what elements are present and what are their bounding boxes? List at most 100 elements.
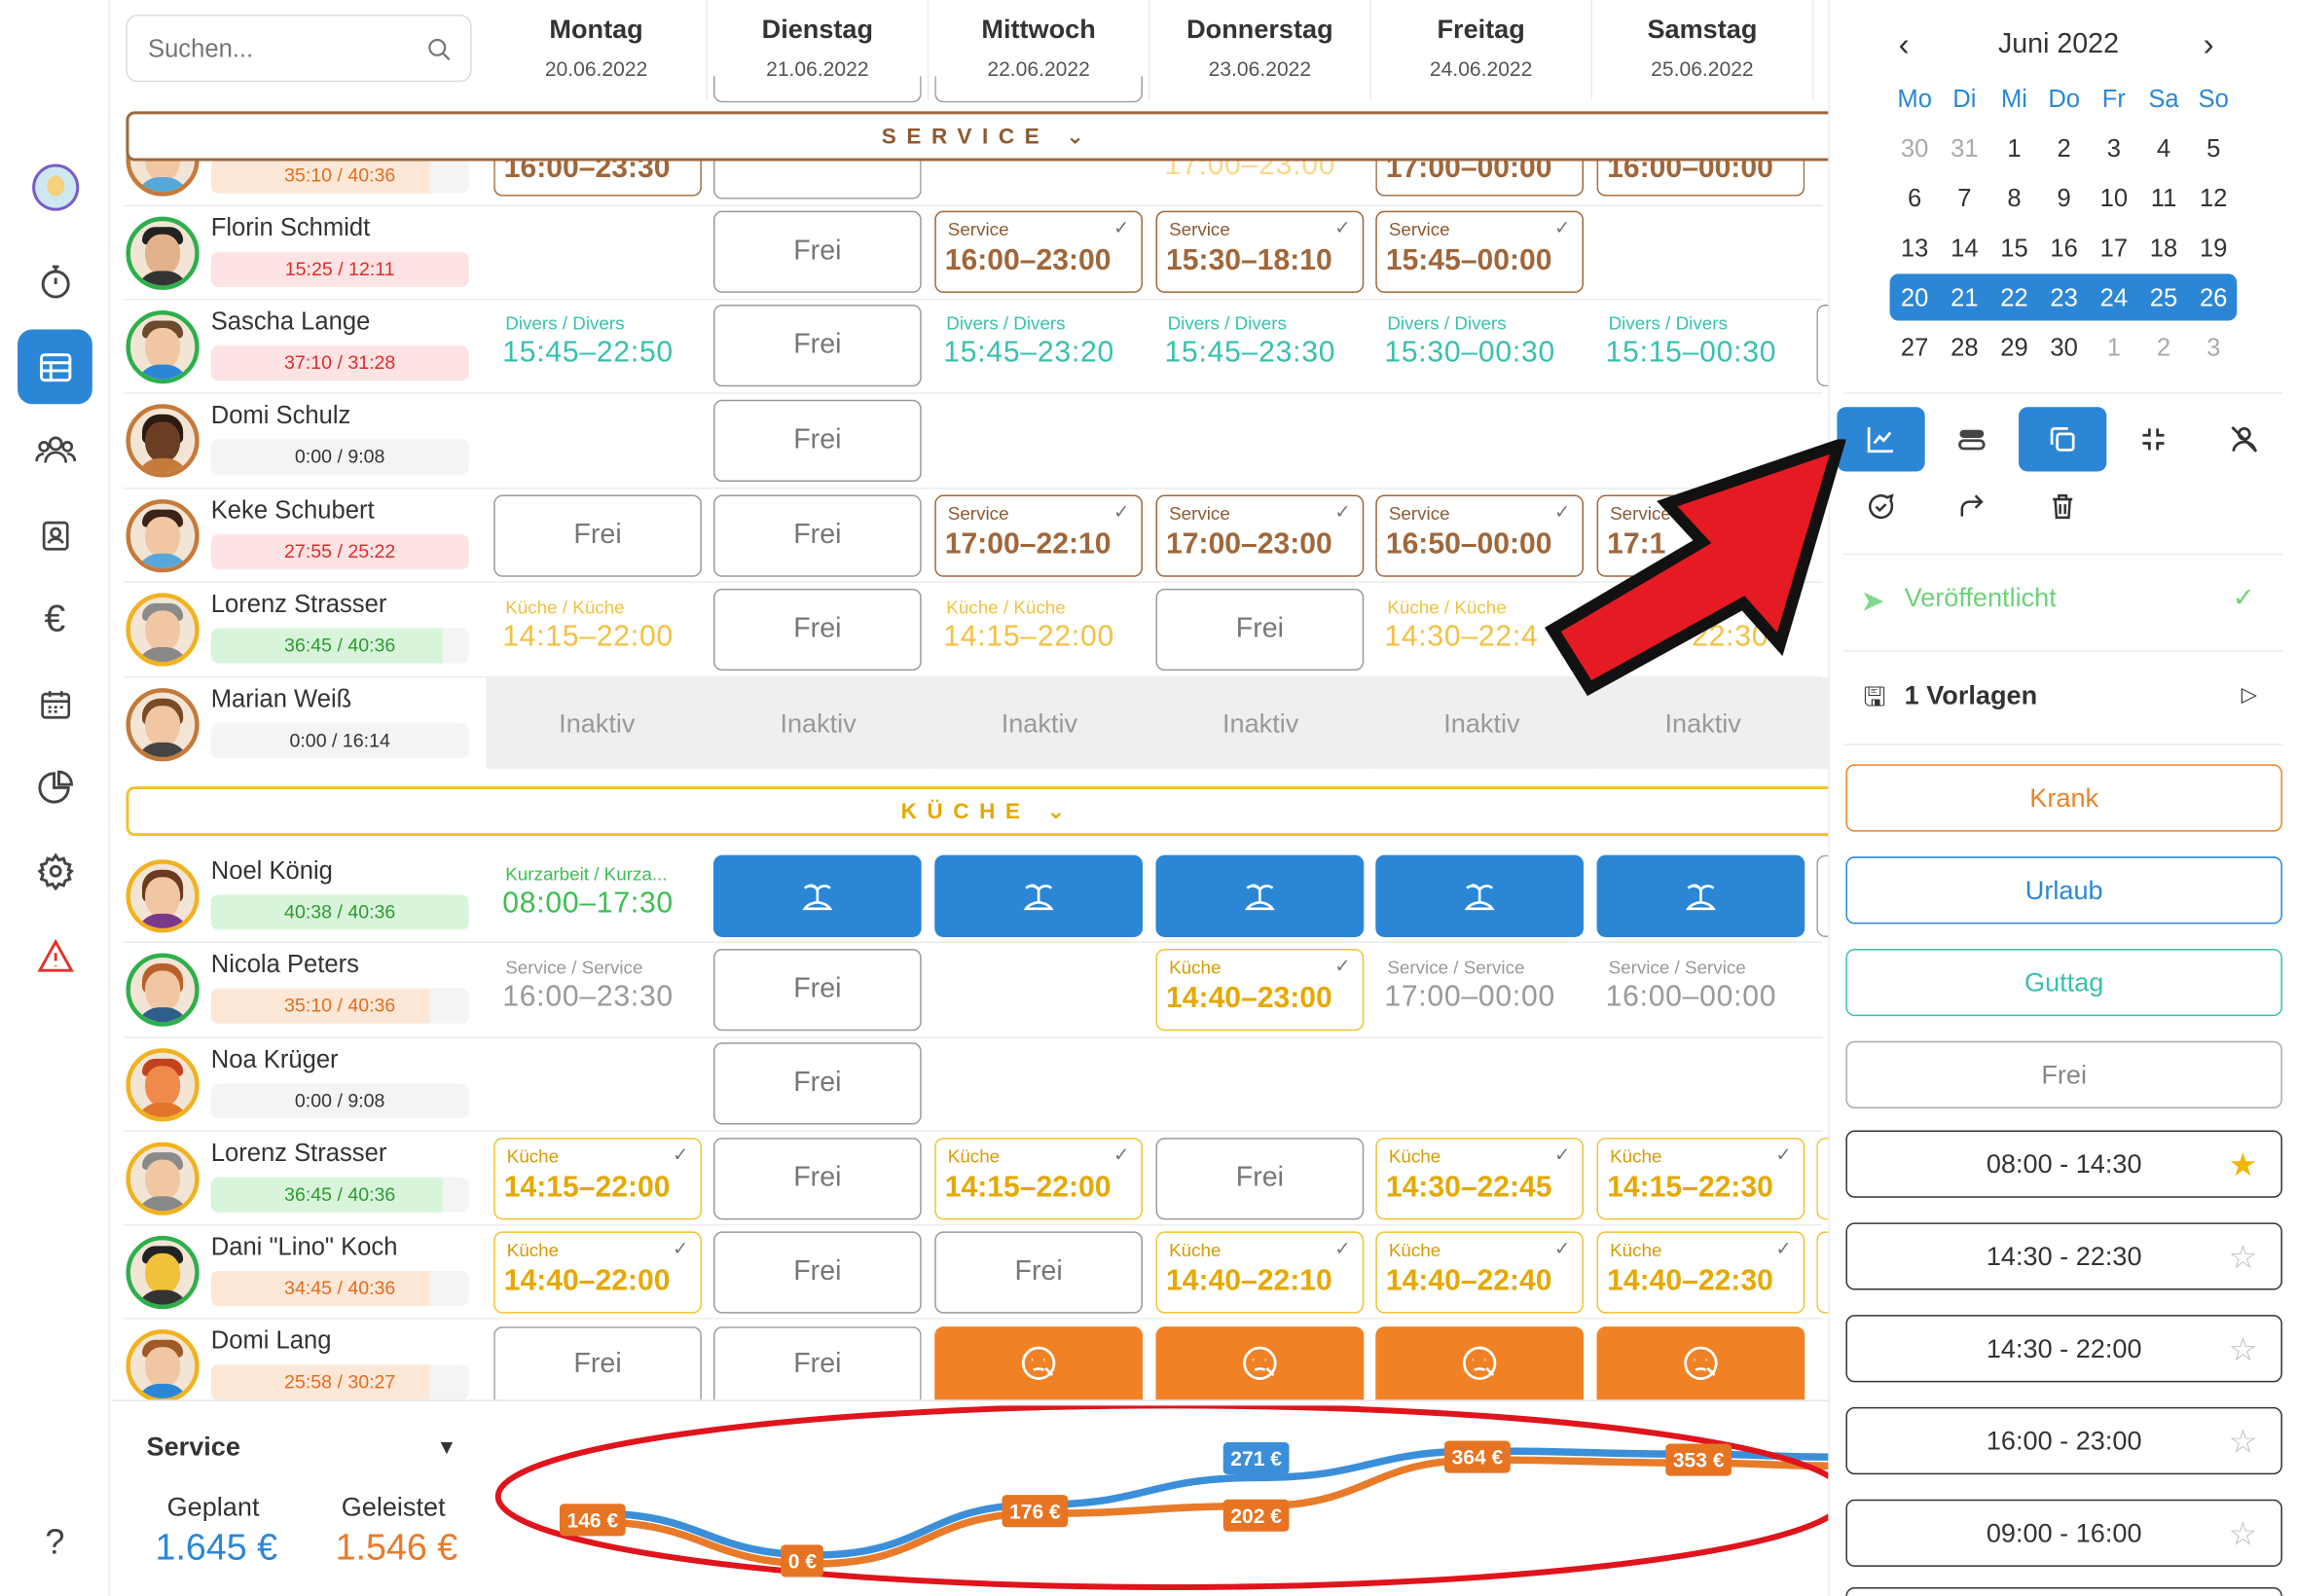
employee-row[interactable]: Marian Weiß 0:00 / 16:14 [123,676,486,770]
calendar-day[interactable]: 15 [1989,235,2039,264]
shift-cell[interactable]: Frei [712,210,922,293]
group-header-service[interactable]: SERVICE ⌄ [126,111,1841,162]
calendar-day[interactable]: 20 [1890,284,1940,313]
shift-cell[interactable]: Service / Service 17:00–00:00 [1375,949,1584,1031]
calendar-day[interactable]: 11 [2138,185,2188,214]
calendar-day[interactable]: 4 [2138,134,2188,163]
shift-cell[interactable]: Divers / Divers 15:45–22:50 [493,305,702,386]
calendar-day[interactable]: 8 [1989,185,2039,214]
calendar-day[interactable]: 22 [1989,284,2039,313]
group-header-kueche[interactable]: KÜCHE ⌄ [126,785,1841,837]
employee-row[interactable]: Domi Schulz 0:00 / 9:08 [123,392,486,486]
calendar-day[interactable]: 12 [2189,185,2239,214]
shift-cell[interactable]: Frei [712,1326,922,1400]
shift-cell[interactable]: Küche / Küche 14:15–22:00 [934,589,1143,671]
calendar-day[interactable]: 9 [2039,185,2089,214]
shift-cell[interactable] [934,76,1143,103]
calendar-day[interactable]: 29 [1989,334,2039,363]
guttag-button[interactable]: Guttag [1845,948,2282,1017]
employee-row[interactable]: Keke Schubert 27:55 / 25:22 [123,488,486,581]
shift-cell[interactable]: Frei [712,304,922,387]
shift-cell[interactable]: Service ✓ 17:00–22:10 [934,494,1143,577]
chart-toggle-button[interactable] [1837,407,1925,472]
shift-cell[interactable]: Service ✓ 15:45–00:00 [1375,210,1585,293]
calendar-day[interactable]: 18 [2138,235,2188,264]
shift-cell[interactable]: Küche / Küche 14:15–22:00 [493,589,702,671]
template-item[interactable]: 16:00 - 23:00 ☆ [1845,1406,2282,1475]
shift-cell[interactable] [712,76,922,103]
share-button[interactable] [1928,474,2016,538]
shift-cell[interactable]: Service ✓ 15:30–18:10 [1155,210,1365,293]
shift-cell[interactable]: Service ✓ 16:00–23:00 [934,210,1143,293]
shift-cell[interactable]: Frei [712,1138,922,1220]
calendar-day[interactable]: 7 [1940,185,1989,214]
stopwatch-icon[interactable] [18,244,92,319]
calendar-day[interactable]: 3 [2189,334,2239,363]
calendar-day[interactable]: 3 [2089,134,2138,163]
toggle-view-button[interactable] [1928,407,2016,471]
star-outline-icon[interactable]: ☆ [2229,1423,2258,1461]
published-status[interactable]: Veröffentlicht [1905,583,2057,614]
shift-cell[interactable]: Divers / Divers 15:45–23:20 [934,305,1143,386]
employee-row[interactable]: Dani "Lino" Koch 34:45 / 40:36 [123,1224,486,1318]
star-outline-icon[interactable]: ☆ [2229,1239,2258,1277]
template-item[interactable]: 14:30 - 22:30 ☆ [1845,1222,2282,1290]
calendar-day[interactable]: 19 [2189,235,2239,264]
employee-row[interactable]: Noel König 40:38 / 40:36 [123,848,486,941]
shift-cell[interactable]: Frei [493,1326,702,1400]
calendar-day[interactable]: 31 [1940,134,1989,163]
calendar-day[interactable]: 25 [2138,284,2188,313]
employee-row[interactable]: Domi Lang 25:58 / 30:27 [123,1318,486,1411]
calendar-day[interactable]: 27 [1890,334,1940,363]
shift-cell[interactable]: Frei [712,948,922,1032]
calendar-day[interactable]: 24 [2089,284,2138,313]
employee-row[interactable]: Florin Schmidt 15:25 / 12:11 [123,205,486,299]
calendar-day[interactable]: 21 [1940,284,1989,313]
shift-cell[interactable]: Küche ✓ 14:40–22:00 [493,1231,702,1314]
vacation-cell[interactable] [1596,854,1805,937]
vacation-button[interactable]: Urlaub [1845,856,2282,925]
shift-cell[interactable]: Küche ✓ 14:15–22:00 [493,1138,702,1220]
shift-cell[interactable]: Service ✓ 17:00–23:00 [1155,494,1365,577]
shift-cell[interactable]: Service / Service 16:00–23:30 [493,949,702,1031]
calendar-day[interactable]: 30 [1890,134,1940,163]
chevron-right-icon[interactable]: › [2204,26,2214,64]
calendar-day[interactable]: 28 [1940,334,1989,363]
star-outline-icon[interactable]: ☆ [2229,1515,2258,1553]
sick-cell[interactable] [1375,1326,1585,1400]
shift-cell[interactable]: Divers / Divers 15:30–00:30 [1375,305,1584,386]
calendar-day[interactable]: 17 [2089,235,2138,264]
vacation-cell[interactable] [1375,854,1585,937]
employee-row[interactable]: Lorenz Strasser 36:45 / 40:36 [123,1131,486,1224]
template-item[interactable]: 08:00 - 14:30 ★ [1845,1130,2282,1198]
calendar-day[interactable]: 14 [1940,235,1989,264]
comment-button[interactable] [1837,474,1924,538]
shift-cell[interactable]: Service / Service 16:00–00:00 [1597,949,1805,1031]
calendar-day[interactable]: 1 [2089,334,2138,363]
shift-cell[interactable]: Küche ✓ 14:40–22:10 [1155,1231,1365,1314]
schedule-table-icon[interactable] [18,329,92,405]
calendar-day[interactable]: 1 [1989,134,2039,163]
calendar-day[interactable]: 6 [1890,185,1940,214]
summary-group-select[interactable]: Service [147,1432,240,1463]
shift-cell[interactable]: Frei [712,399,922,483]
help-icon[interactable]: ? [18,1505,92,1580]
sick-cell[interactable] [1596,1326,1805,1400]
calendar-day[interactable]: 16 [2039,235,2089,264]
calendar-day[interactable]: 30 [2039,334,2089,363]
calendar-icon[interactable] [18,667,92,742]
contact-card-icon[interactable] [18,498,92,573]
settings-gear-icon[interactable] [18,833,92,908]
shift-cell[interactable]: Kurzarbeit / Kurza... 08:00–17:30 [493,855,702,937]
pie-chart-icon[interactable] [18,749,92,824]
shift-cell[interactable]: Frei [712,588,922,671]
warning-icon[interactable] [18,918,92,993]
shift-cell[interactable]: Frei [1155,1138,1365,1220]
shift-cell[interactable]: Frei [493,494,702,577]
shift-cell[interactable]: Divers / Divers 15:45–23:30 [1156,305,1365,386]
star-filled-icon[interactable]: ★ [2229,1146,2258,1184]
euro-icon[interactable]: € [18,581,92,656]
template-item[interactable] [1845,1586,2282,1596]
copy-button[interactable] [2019,407,2107,472]
shift-cell[interactable]: Küche ✓ 14:15–22:30 [1596,1138,1805,1220]
